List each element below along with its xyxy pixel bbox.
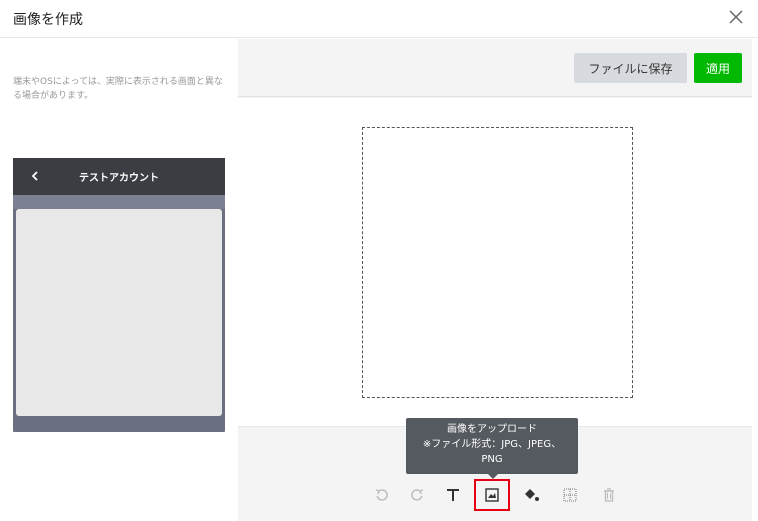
dialog-header: 画像を作成: [0, 0, 758, 38]
apply-button[interactable]: 適用: [694, 53, 742, 83]
delete-button[interactable]: [595, 481, 623, 509]
text-icon: [447, 489, 459, 501]
trash-icon: [604, 488, 614, 502]
rich-menu-preview: [16, 209, 222, 416]
fill-tool-button[interactable]: [517, 481, 545, 509]
redo-icon: [411, 489, 424, 501]
tooltip-line-1: 画像をアップロード: [447, 424, 537, 435]
save-to-file-button[interactable]: ファイルに保存: [574, 53, 687, 83]
grid-tool-button[interactable]: [556, 481, 584, 509]
close-button[interactable]: [726, 7, 746, 27]
phone-preview: テストアカウント: [13, 158, 225, 432]
dialog-title: 画像を作成: [13, 12, 83, 28]
image-canvas[interactable]: [362, 127, 633, 398]
upload-highlight: [474, 479, 510, 511]
phone-header: テストアカウント: [13, 158, 225, 195]
undo-button[interactable]: [368, 481, 396, 509]
tooltip-line-2: ※ファイル形式：JPG、JPEG、: [422, 439, 562, 450]
phone-stripe: [13, 195, 225, 209]
editor-toolbar: ファイルに保存 適用: [238, 39, 752, 97]
text-tool-button[interactable]: [439, 481, 467, 509]
undo-icon: [375, 489, 388, 501]
close-icon: [729, 10, 743, 24]
canvas-area: [238, 98, 752, 426]
fill-bucket-icon: [525, 489, 539, 501]
tooltip-line-3: PNG: [481, 454, 503, 465]
phone-title: テストアカウント: [79, 173, 159, 184]
tooltip-arrow: [488, 474, 498, 479]
preview-note: 端末やOSによっては、実際に表示される画面と異なる場合があります。: [13, 77, 223, 101]
upload-tooltip: 画像をアップロード ※ファイル形式：JPG、JPEG、 PNG: [406, 418, 578, 474]
redo-button[interactable]: [403, 481, 431, 509]
grid-icon: [563, 488, 577, 502]
